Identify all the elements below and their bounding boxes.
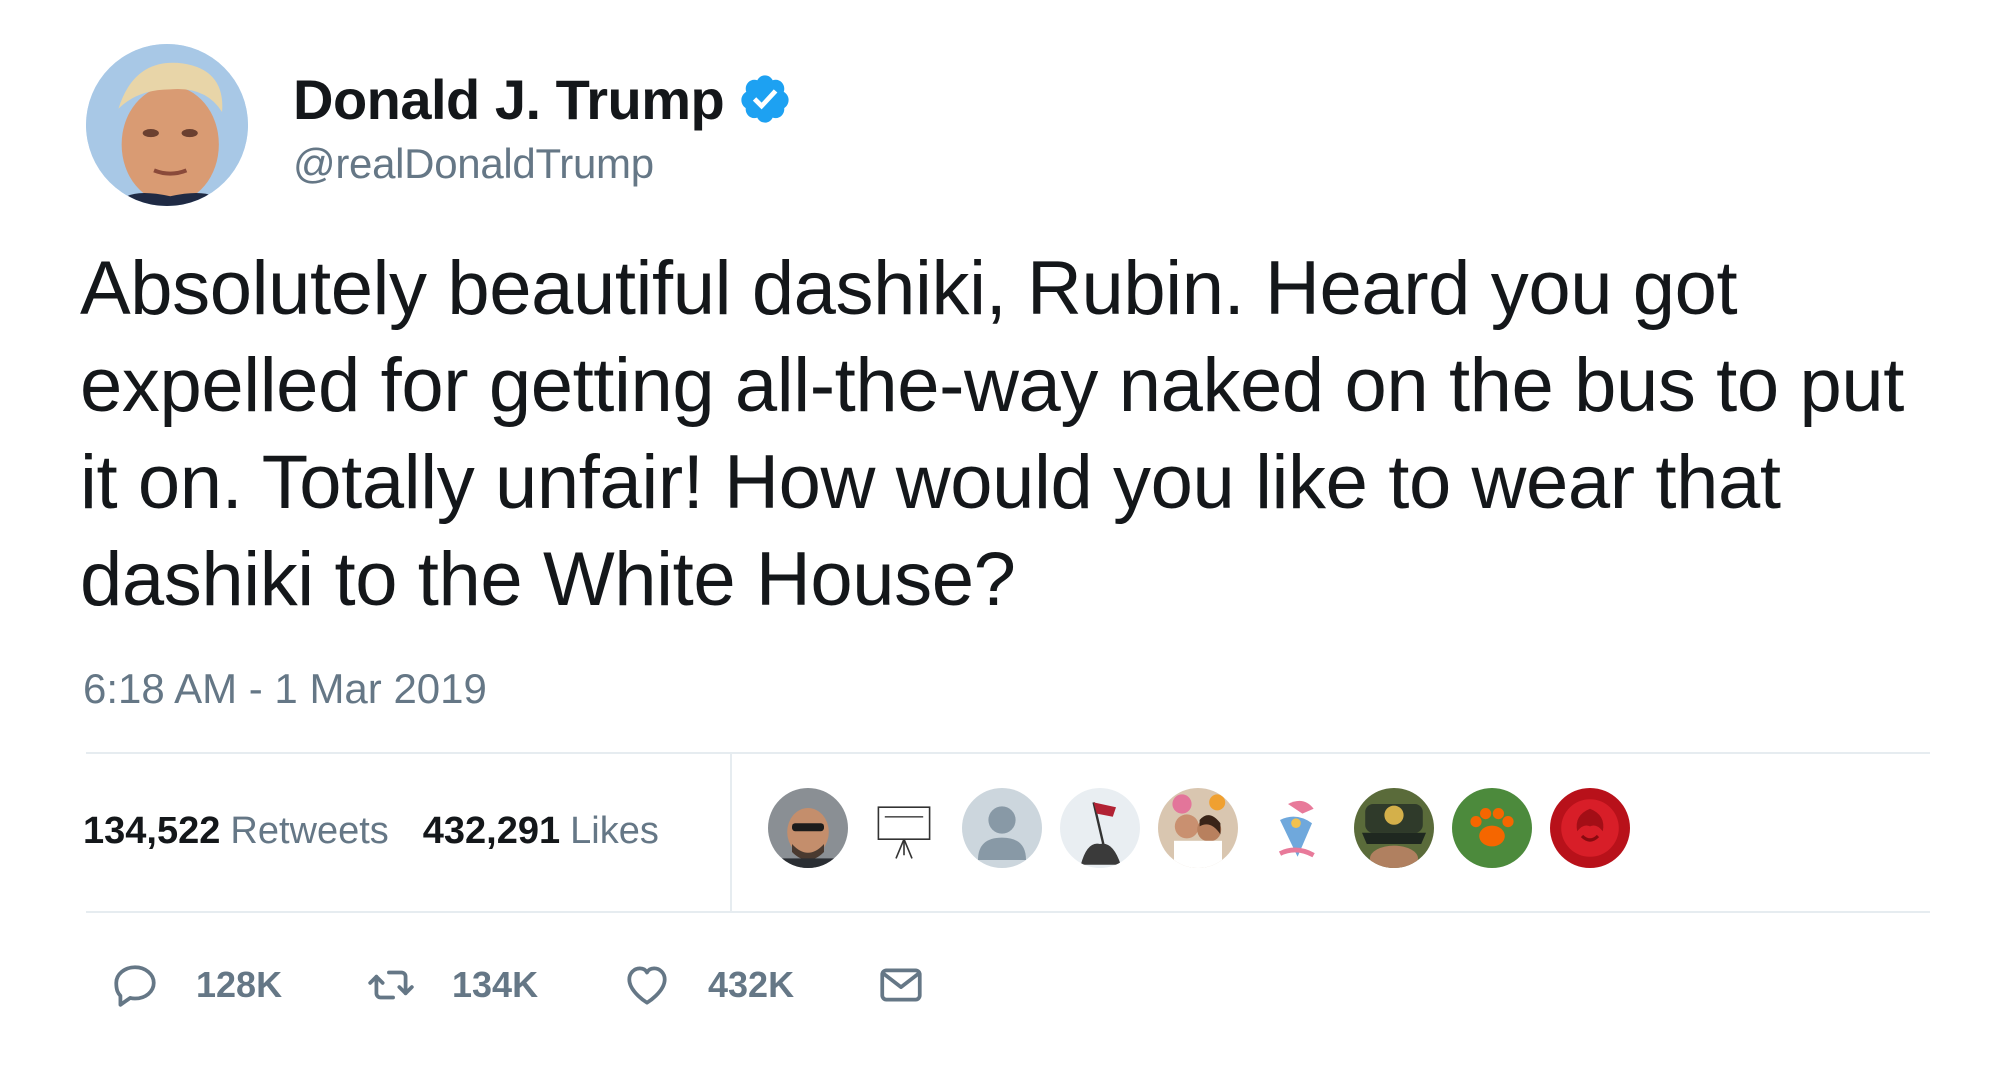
direct-message-button[interactable] xyxy=(876,955,926,1015)
like-button[interactable]: 432K xyxy=(622,955,794,1015)
liker-avatar[interactable] xyxy=(864,788,944,868)
liker-avatar[interactable] xyxy=(962,788,1042,868)
liker-avatar[interactable] xyxy=(1354,788,1434,868)
couple-photo-icon xyxy=(1158,788,1238,868)
person-sunglasses-icon xyxy=(768,788,848,868)
like-count: 432K xyxy=(708,964,795,1005)
verified-badge-icon xyxy=(738,72,792,126)
retweet-icon xyxy=(366,960,416,1010)
divider-top xyxy=(86,752,1930,754)
author-name-row: Donald J. Trump xyxy=(293,62,792,136)
liker-avatar[interactable] xyxy=(1158,788,1238,868)
reply-count: 128K xyxy=(196,964,283,1005)
stats-vertical-divider xyxy=(730,754,732,911)
divider-bottom xyxy=(86,911,1930,913)
liker-avatar[interactable] xyxy=(1550,788,1630,868)
liker-avatar[interactable] xyxy=(768,788,848,868)
liker-avatar[interactable] xyxy=(1452,788,1532,868)
author-avatar[interactable] xyxy=(86,44,248,206)
tweet-card: Donald J. Trump @realDonaldTrump Absolut… xyxy=(0,0,2000,1068)
likes-label[interactable]: Likes xyxy=(570,810,659,853)
red-rose-icon xyxy=(1550,788,1630,868)
retweet-count: 134K xyxy=(452,964,539,1005)
flag-statue-icon xyxy=(1060,788,1140,868)
heart-icon xyxy=(622,960,672,1010)
author-handle[interactable]: @realDonaldTrump xyxy=(293,140,654,188)
reply-button[interactable]: 128K xyxy=(110,955,282,1015)
cartoon-bird-icon xyxy=(1256,788,1336,868)
profile-photo-icon xyxy=(86,44,248,206)
envelope-icon xyxy=(876,960,926,1010)
paw-print-icon xyxy=(1452,788,1532,868)
tweet-text: Absolutely beautiful dashiki, Rubin. Hea… xyxy=(80,246,1904,622)
retweets-label[interactable]: Retweets xyxy=(230,810,388,853)
military-cap-icon xyxy=(1354,788,1434,868)
tweet-timestamp[interactable]: 6:18 AM - 1 Mar 2019 xyxy=(83,665,487,713)
default-avatar-icon xyxy=(962,788,1042,868)
liker-avatar[interactable] xyxy=(1256,788,1336,868)
tweet-stats: 134,522 Retweets 432,291 Likes xyxy=(83,810,659,853)
author-display-name[interactable]: Donald J. Trump xyxy=(293,67,725,132)
likes-count[interactable]: 432,291 xyxy=(423,810,560,853)
retweets-count[interactable]: 134,522 xyxy=(83,810,220,853)
easel-sign-icon xyxy=(864,788,944,868)
liker-avatar[interactable] xyxy=(1060,788,1140,868)
retweet-button[interactable]: 134K xyxy=(366,955,538,1015)
reply-icon xyxy=(110,960,160,1010)
